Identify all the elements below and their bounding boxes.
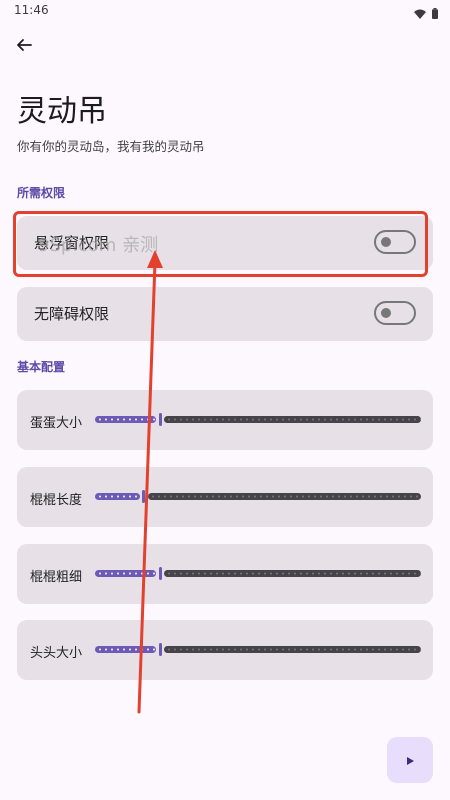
egg-size-slider[interactable]	[95, 413, 421, 426]
accessibility-permission-toggle[interactable]	[374, 301, 416, 325]
page-title: 灵动吊	[17, 94, 107, 129]
permission-card-accessibility[interactable]: 无障碍权限	[17, 287, 433, 341]
page-subtitle: 你有你的灵动岛，我有我的灵动吊	[17, 139, 205, 154]
slider-label: 棍棍长度	[30, 493, 83, 508]
slider-label: 头头大小	[30, 646, 83, 661]
slider-inactive-track	[164, 646, 421, 653]
status-time: 11:46	[14, 3, 49, 17]
slider-active-track	[95, 493, 140, 500]
status-icons	[414, 4, 438, 23]
slider-thumb[interactable]	[142, 490, 146, 503]
stick-length-slider[interactable]	[95, 490, 421, 503]
section-label-permissions: 所需权限	[17, 186, 66, 200]
battery-icon	[432, 4, 438, 23]
head-size-slider[interactable]	[95, 643, 421, 656]
status-bar: 11:46	[0, 0, 450, 22]
back-button[interactable]	[10, 33, 38, 61]
slider-label: 棍棍粗细	[30, 570, 83, 585]
watermark: 9Sp.com 亲测	[38, 235, 159, 256]
slider-thumb[interactable]	[158, 567, 162, 580]
slider-label: 蛋蛋大小	[30, 416, 83, 431]
slider-active-track	[95, 646, 157, 653]
slider-thumb[interactable]	[158, 413, 162, 426]
wifi-icon	[414, 4, 426, 23]
slider-inactive-track	[147, 493, 421, 500]
slider-thumb[interactable]	[158, 643, 162, 656]
slider-card: 棍棍粗细	[17, 544, 433, 604]
slider-inactive-track	[164, 570, 421, 577]
section-label-basic-config: 基本配置	[17, 360, 66, 374]
slider-card: 棍棍长度	[17, 467, 433, 527]
slider-active-track	[95, 416, 157, 423]
slider-card: 蛋蛋大小	[17, 390, 433, 450]
toggle-knob	[381, 308, 391, 318]
slider-card: 头头大小	[17, 620, 433, 680]
arrow-left-icon	[16, 37, 32, 57]
permission-label: 无障碍权限	[34, 305, 110, 323]
stick-thickness-slider[interactable]	[95, 567, 421, 580]
slider-active-track	[95, 570, 157, 577]
play-button[interactable]	[387, 737, 433, 783]
slider-inactive-track	[164, 416, 421, 423]
play-icon	[405, 751, 415, 770]
